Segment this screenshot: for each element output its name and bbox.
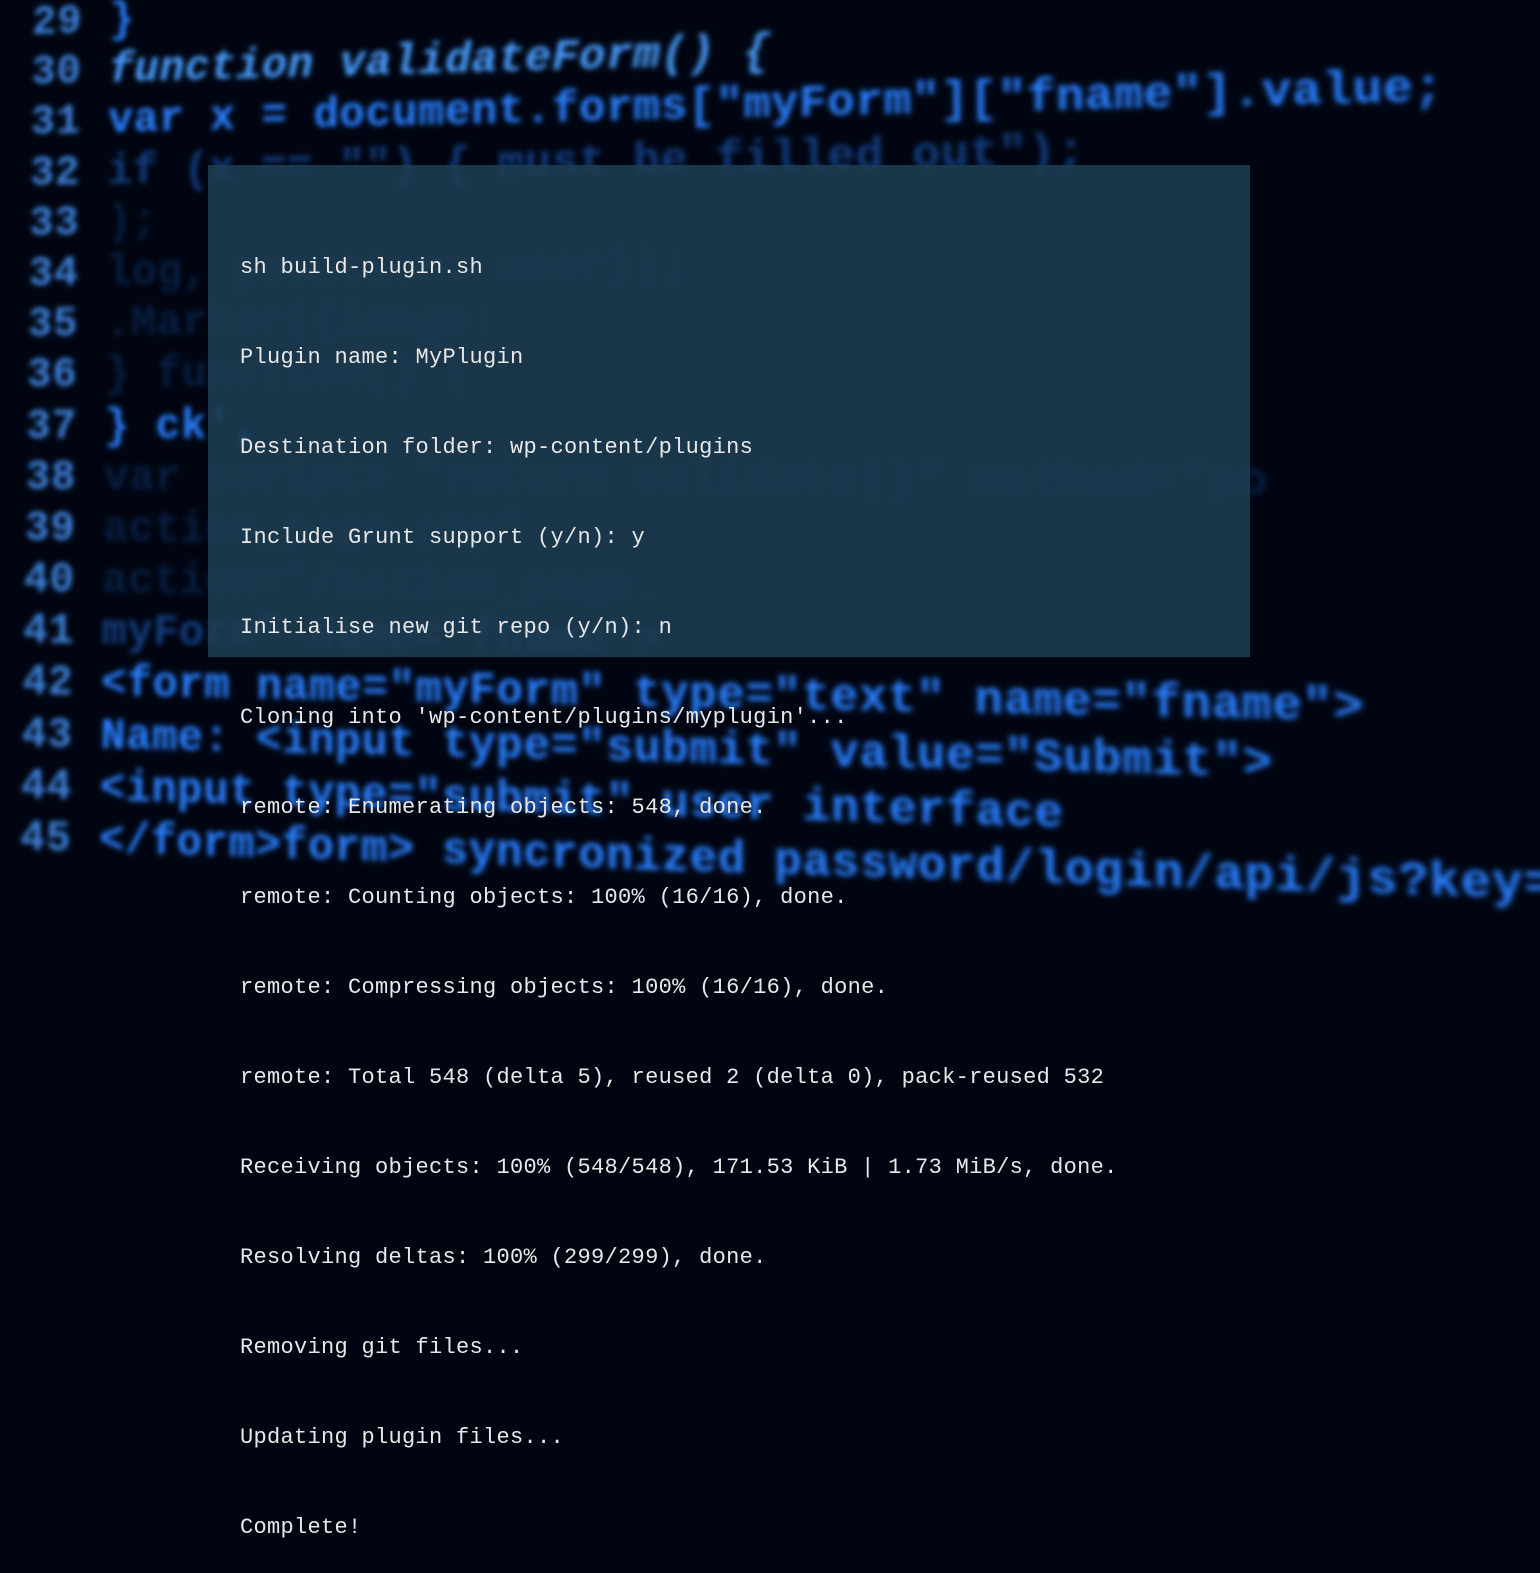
terminal-line: Initialise new git repo (y/n): n (240, 613, 1218, 643)
terminal-line: Complete! (240, 1513, 1218, 1543)
code-text: } (109, 0, 135, 44)
terminal-line: sh build-plugin.sh (240, 253, 1218, 283)
terminal-line: Resolving deltas: 100% (299/299), done. (240, 1243, 1218, 1273)
terminal-line: remote: Compressing objects: 100% (16/16… (240, 973, 1218, 1003)
line-number: 31 (20, 99, 81, 147)
line-number: 33 (19, 200, 80, 247)
line-number: 35 (17, 301, 78, 348)
line-number: 41 (13, 607, 75, 655)
code-text: ); (107, 198, 158, 246)
line-number: 37 (16, 403, 77, 450)
terminal-line: Plugin name: MyPlugin (240, 343, 1218, 373)
terminal-output: sh build-plugin.sh Plugin name: MyPlugin… (208, 165, 1250, 657)
terminal-line: Receiving objects: 100% (548/548), 171.5… (240, 1153, 1218, 1183)
line-number: 44 (10, 762, 72, 811)
terminal-line: Include Grunt support (y/n): y (240, 523, 1218, 553)
line-number: 38 (15, 454, 76, 501)
terminal-line: Updating plugin files... (240, 1423, 1218, 1453)
line-number: 32 (19, 149, 80, 197)
terminal-line: Destination folder: wp-content/plugins (240, 433, 1218, 463)
terminal-line: remote: Enumerating objects: 548, done. (240, 793, 1218, 823)
line-number: 36 (16, 352, 77, 399)
line-number: 34 (18, 250, 79, 297)
line-number: 42 (12, 659, 74, 708)
terminal-line: Removing git files... (240, 1333, 1218, 1363)
line-number: 43 (11, 710, 73, 759)
terminal-line: Cloning into 'wp-content/plugins/myplugi… (240, 703, 1218, 733)
terminal-line: remote: Total 548 (delta 5), reused 2 (d… (240, 1063, 1218, 1093)
terminal-line: remote: Counting objects: 100% (16/16), … (240, 883, 1218, 913)
line-number: 39 (14, 505, 76, 553)
line-number: 29 (22, 0, 83, 46)
line-number: 40 (13, 556, 75, 604)
line-number: 45 (10, 814, 72, 864)
line-number: 30 (21, 49, 82, 97)
